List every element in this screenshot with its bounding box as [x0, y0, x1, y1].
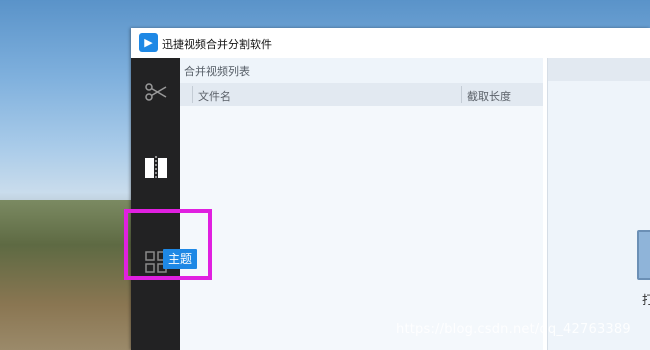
- preview-panel: 打: [547, 58, 650, 350]
- table-header: 文件名 截取长度: [180, 83, 543, 106]
- app-window: ▶ 迅捷视频合并分割软件 合并视频列表 文件名 截取长度 打: [131, 28, 650, 350]
- column-header-filename[interactable]: 文件名: [198, 88, 231, 104]
- preview-label[interactable]: 打: [642, 291, 650, 308]
- sidebar-item-merge[interactable]: [131, 144, 180, 192]
- theme-tooltip: 主题: [163, 249, 197, 269]
- highlight-box: [124, 209, 212, 280]
- main-area: 合并视频列表 文件名 截取长度 打: [180, 58, 650, 350]
- title-bar[interactable]: ▶ 迅捷视频合并分割软件: [131, 28, 650, 58]
- window-title: 迅捷视频合并分割软件: [162, 38, 272, 51]
- sidebar-item-cut[interactable]: [131, 68, 180, 116]
- merge-list-panel: 合并视频列表 文件名 截取长度: [180, 58, 543, 350]
- column-header-clip-length[interactable]: 截取长度: [467, 88, 511, 104]
- column-separator[interactable]: [192, 86, 193, 103]
- monitor-icon: [637, 230, 650, 280]
- scissors-icon: [145, 83, 167, 101]
- file-list[interactable]: [180, 106, 543, 350]
- app-logo-icon: ▶: [139, 33, 158, 52]
- watermark: https://blog.csdn.net/qq_42763389: [396, 322, 631, 337]
- merge-icon: [145, 156, 167, 180]
- panel-title: 合并视频列表: [184, 65, 250, 78]
- column-separator[interactable]: [461, 86, 462, 103]
- sidebar: [131, 58, 180, 350]
- landscape-hill: [0, 200, 140, 350]
- preview-header: [548, 58, 650, 81]
